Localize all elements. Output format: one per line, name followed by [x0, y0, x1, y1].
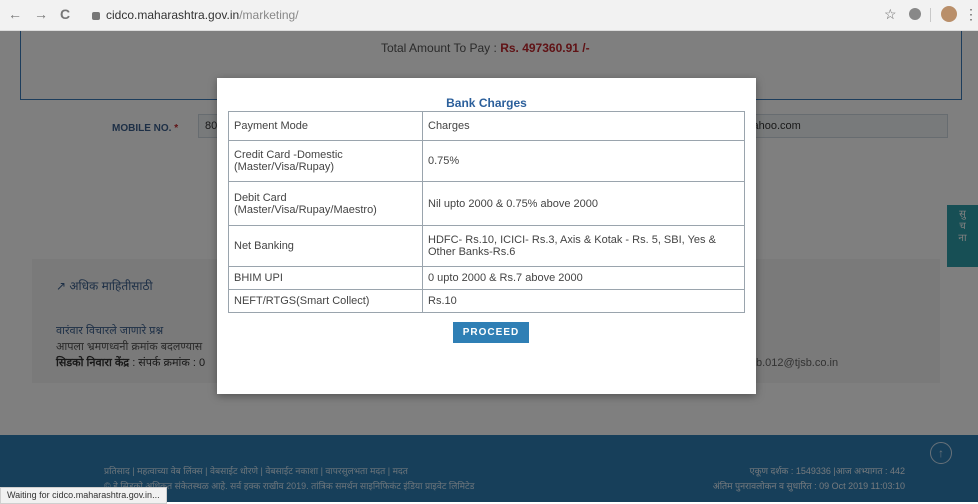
reload-icon[interactable]: C [60, 6, 70, 22]
modal-title: Bank Charges [446, 96, 527, 110]
charges-cell: Nil upto 2000 & 0.75% above 2000 [422, 181, 745, 226]
payment-mode-cell: NEFT/RTGS(Smart Collect) [228, 289, 423, 313]
charges-cell: 0.75% [422, 140, 745, 182]
forward-icon[interactable]: → [34, 6, 48, 22]
table-header-row: Payment Mode Charges [228, 111, 745, 141]
table-row: NEFT/RTGS(Smart Collect) Rs.10 [228, 289, 745, 313]
proceed-button[interactable]: PROCEED [453, 322, 529, 343]
charges-table: Payment Mode Charges Credit Card -Domest… [228, 111, 745, 313]
address-bar[interactable]: cidco.maharashtra.gov.in/marketing/ [92, 5, 892, 25]
url-host: cidco.maharashtra.gov.in [106, 8, 240, 22]
payment-mode-cell: Credit Card -Domestic (Master/Visa/Rupay… [228, 140, 423, 182]
table-row: Debit Card (Master/Visa/Rupay/Maestro) N… [228, 181, 745, 226]
payment-mode-cell: Net Banking [228, 225, 423, 267]
table-row: BHIM UPI 0 upto 2000 & Rs.7 above 2000 [228, 266, 745, 290]
menu-icon[interactable]: ⋮ [964, 6, 978, 23]
toolbar-divider [930, 8, 931, 22]
back-icon[interactable]: ← [8, 6, 22, 22]
extension-icon[interactable] [909, 8, 921, 20]
payment-mode-cell: BHIM UPI [228, 266, 423, 290]
header-charges: Charges [422, 111, 745, 141]
browser-toolbar: ← → C cidco.maharashtra.gov.in/marketing… [0, 0, 978, 31]
lock-icon [92, 11, 100, 20]
bookmark-star-icon[interactable]: ☆ [884, 6, 897, 23]
charges-cell: Rs.10 [422, 289, 745, 313]
table-row: Credit Card -Domestic (Master/Visa/Rupay… [228, 140, 745, 182]
payment-mode-cell: Debit Card (Master/Visa/Rupay/Maestro) [228, 181, 423, 226]
charges-cell: 0 upto 2000 & Rs.7 above 2000 [422, 266, 745, 290]
url-path: /marketing/ [239, 8, 299, 22]
profile-avatar[interactable] [941, 6, 957, 22]
table-row: Net Banking HDFC- Rs.10, ICICI- Rs.3, Ax… [228, 225, 745, 267]
charges-cell: HDFC- Rs.10, ICICI- Rs.3, Axis & Kotak -… [422, 225, 745, 267]
header-payment-mode: Payment Mode [228, 111, 423, 141]
bank-charges-modal: Bank Charges Payment Mode Charges Credit… [217, 78, 756, 394]
status-bar: Waiting for cidco.maharashtra.gov.in... [0, 487, 167, 504]
